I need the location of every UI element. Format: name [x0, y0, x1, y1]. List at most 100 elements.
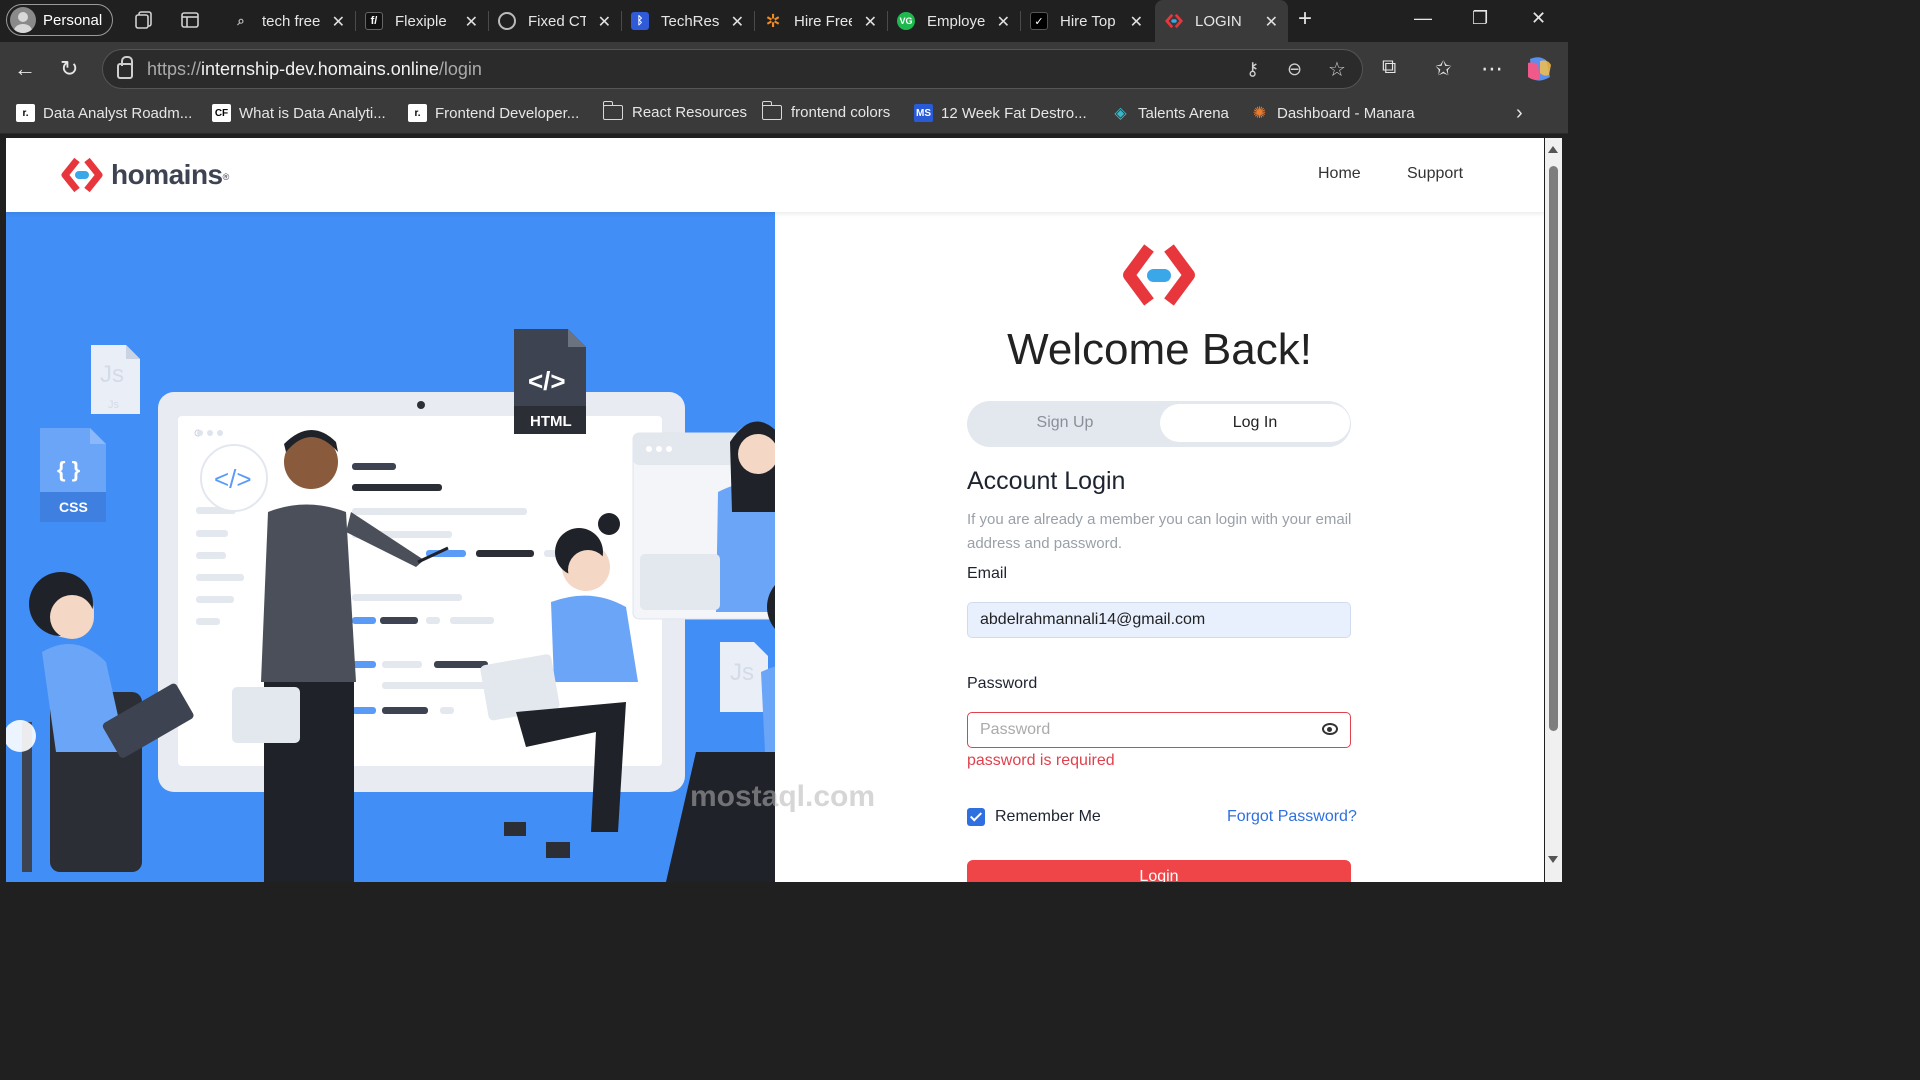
address-bar[interactable]: https://internship-dev.homains.online/lo… — [102, 49, 1363, 89]
flexiple-icon: f/ — [365, 12, 383, 30]
auth-mode-toggle: Sign Up Log In — [967, 401, 1351, 447]
password-placeholder: Password — [980, 721, 1051, 738]
hero-illustration: Js Js { } CSS </> </> HTML Js — [6, 212, 775, 882]
svg-text:Js: Js — [730, 659, 754, 686]
bookmark-frontend-developer[interactable]: r. Frontend Developer... — [408, 104, 579, 122]
watermark-text: mostaql.com — [690, 780, 876, 813]
workspaces-icon[interactable] — [133, 9, 155, 31]
minimize-icon[interactable]: — — [1414, 8, 1432, 29]
login-toggle-button[interactable]: Log In — [1160, 404, 1350, 442]
openai-icon — [498, 12, 516, 30]
bookmark-react-resources[interactable]: React Resources — [602, 101, 747, 121]
lock-icon[interactable] — [117, 56, 133, 79]
welcome-title: Welcome Back! — [1007, 325, 1312, 374]
email-label: Email — [967, 565, 1008, 582]
tab-login[interactable]: LOGIN ✕ — [1155, 0, 1288, 42]
hire-icon: ✲ — [765, 10, 781, 31]
remember-me-checkbox[interactable] — [967, 808, 985, 826]
remember-me-label: Remember Me — [995, 808, 1101, 825]
bookmark-what-is-data-analytics[interactable]: CF What is Data Analyti... — [212, 104, 386, 122]
js-file-icon: Js Js — [91, 345, 140, 414]
close-tab-icon[interactable]: ✕ — [997, 12, 1010, 32]
tab-fixed-ct[interactable]: Fixed CT ✕ — [488, 0, 622, 42]
css-file-icon: { } CSS — [40, 428, 106, 522]
js-file-icon-right: Js — [720, 642, 768, 712]
password-field[interactable]: Password — [967, 712, 1351, 748]
scroll-down-icon[interactable] — [1548, 856, 1558, 863]
close-tab-icon[interactable]: ✕ — [731, 12, 744, 32]
account-login-description: If you are already a member you can logi… — [967, 511, 1352, 552]
manara-icon: ✺ — [1252, 105, 1267, 122]
reload-icon[interactable]: ↻ — [60, 56, 78, 82]
svg-text:{ }: { } — [57, 457, 81, 482]
close-tab-icon[interactable]: ✕ — [465, 12, 478, 32]
page-scrollbar[interactable] — [1545, 138, 1562, 882]
close-tab-icon[interactable]: ✕ — [864, 12, 877, 32]
folder-icon — [761, 101, 782, 120]
copilot-icon[interactable] — [1524, 55, 1554, 83]
svg-text:Js: Js — [100, 361, 124, 388]
cf-icon: CF — [212, 104, 231, 122]
tab-actions-icon[interactable] — [179, 9, 201, 31]
bookmark-talents-arena[interactable]: ◈ Talents Arena — [1111, 104, 1229, 123]
password-error-message: password is required — [967, 752, 1115, 769]
bookmark-frontend-colors[interactable]: frontend colors — [761, 101, 890, 121]
close-tab-icon[interactable]: ✕ — [598, 12, 611, 32]
restore-icon[interactable]: ❐ — [1472, 8, 1488, 29]
bookmark-12-week-fat-destroyer[interactable]: MS 12 Week Fat Destro... — [914, 104, 1087, 122]
login-panel: Welcome Back! Sign Up Log In Account Log… — [775, 212, 1544, 882]
homains-logo-large-icon — [1123, 244, 1195, 306]
favorites-icon[interactable]: ✩ — [1435, 56, 1452, 81]
back-icon[interactable]: ← — [14, 56, 36, 82]
profile-button[interactable]: Personal — [6, 4, 113, 36]
svg-text:</>: </> — [528, 366, 566, 396]
brand-name: homains® — [111, 159, 229, 190]
site-logo[interactable]: homains® — [61, 156, 229, 194]
tab-hire-free[interactable]: ✲ Hire Free ✕ — [754, 0, 888, 42]
email-field[interactable]: abdelrahmannali14@gmail.com — [967, 602, 1351, 638]
password-key-icon[interactable]: ⚷ — [1246, 59, 1259, 80]
zoom-icon[interactable]: ⊖ — [1287, 59, 1302, 80]
nav-support-link[interactable]: Support — [1407, 165, 1463, 183]
login-button[interactable]: Login — [967, 860, 1351, 882]
html-file-icon: </> HTML — [514, 329, 586, 434]
scroll-up-icon[interactable] — [1548, 146, 1558, 153]
close-window-icon[interactable]: ✕ — [1531, 8, 1546, 29]
url-text[interactable]: https://internship-dev.homains.online/lo… — [147, 59, 482, 80]
roadmap-icon: r. — [408, 104, 427, 122]
tab-hire-top[interactable]: ✓ Hire Top ✕ — [1020, 0, 1153, 42]
more-menu-icon[interactable]: ⋯ — [1481, 56, 1503, 82]
ms-icon: MS — [914, 104, 933, 122]
search-icon: ⌕ — [237, 13, 245, 28]
tab-employe[interactable]: VG Employe ✕ — [887, 0, 1021, 42]
techres-icon: ᛒ — [631, 12, 649, 30]
close-tab-icon[interactable]: ✕ — [332, 12, 345, 32]
address-toolbar: ← ↻ https://internship-dev.homains.onlin… — [0, 42, 1568, 96]
forgot-password-link[interactable]: Forgot Password? — [1227, 808, 1357, 826]
developers-team-illustration: Js Js { } CSS </> </> HTML Js — [6, 329, 775, 882]
tab-flexiple[interactable]: f/ Flexiple ✕ — [355, 0, 489, 42]
svg-text:CSS: CSS — [59, 499, 88, 515]
scrollbar-thumb[interactable] — [1549, 166, 1558, 731]
signup-toggle-button[interactable]: Sign Up — [970, 404, 1160, 442]
bookmark-dashboard-manara[interactable]: ✺ Dashboard - Manara — [1250, 104, 1415, 123]
account-login-heading: Account Login — [967, 467, 1126, 495]
show-password-eye-icon[interactable] — [1322, 723, 1338, 735]
bookmark-data-analyst-roadmap[interactable]: r. Data Analyst Roadm... — [16, 104, 192, 122]
roadmap-icon: r. — [16, 104, 35, 122]
favorite-star-icon[interactable]: ☆ — [1328, 57, 1346, 82]
remember-me-control[interactable]: Remember Me — [967, 808, 1101, 826]
tab-techres[interactable]: ᛒ TechRes ✕ — [621, 0, 755, 42]
web-page: homains® Home Support Js Js { } CSS </> … — [6, 138, 1544, 882]
tab-tech-free[interactable]: ⌕ tech free ✕ — [222, 0, 356, 42]
avatar — [10, 7, 36, 33]
password-label: Password — [967, 675, 1038, 692]
svg-text:HTML: HTML — [530, 413, 572, 430]
close-tab-icon[interactable]: ✕ — [1265, 12, 1278, 32]
extensions-icon[interactable]: ⧉ — [1382, 56, 1396, 79]
chevron-right-icon[interactable]: › — [1516, 102, 1523, 125]
new-tab-icon[interactable]: + — [1298, 5, 1312, 33]
nav-home-link[interactable]: Home — [1318, 165, 1361, 183]
tab-bar: Personal ⌕ tech free ✕ f/ Flexiple ✕ Fix… — [0, 0, 1568, 42]
close-tab-icon[interactable]: ✕ — [1130, 12, 1143, 32]
